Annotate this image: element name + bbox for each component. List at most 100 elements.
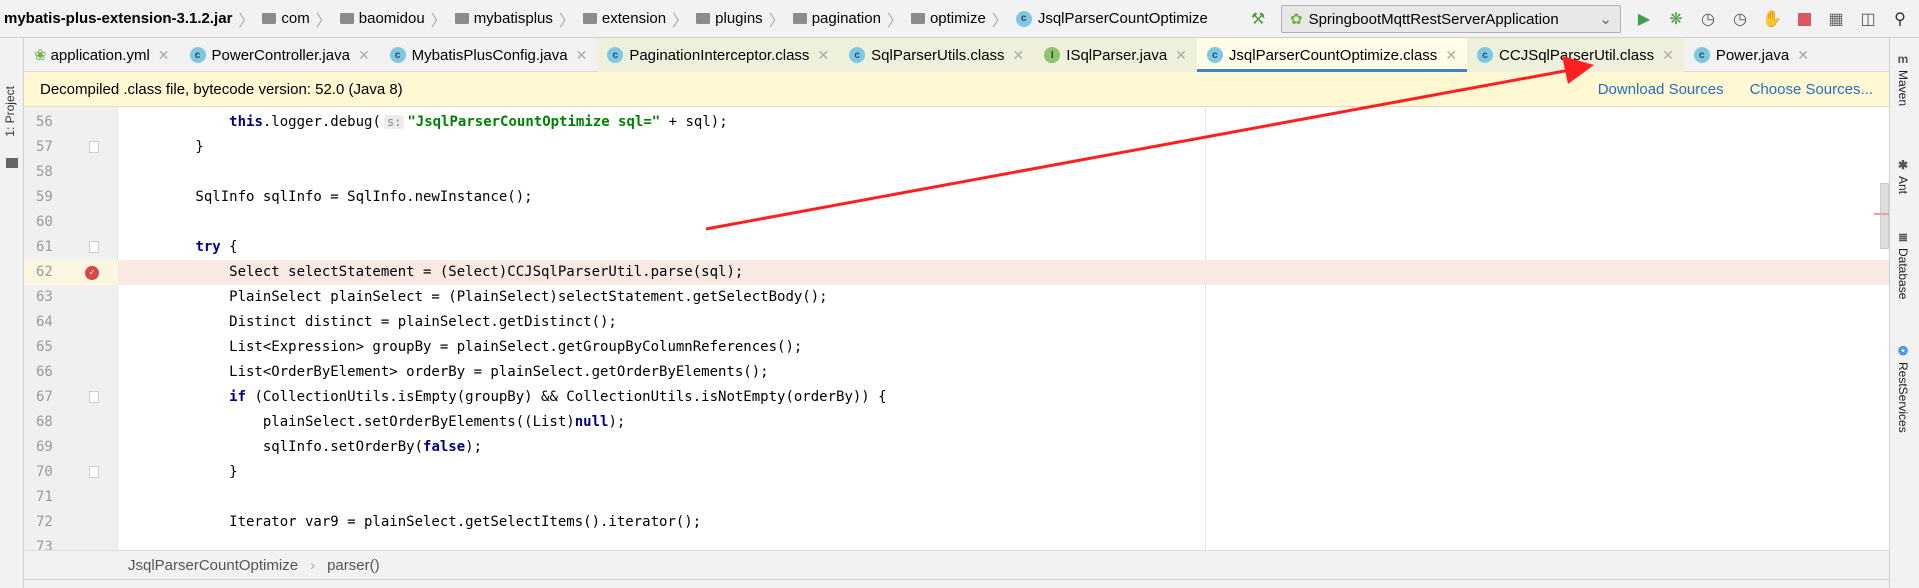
tab-label: CCJSqlParserUtil.class [1499,46,1655,64]
build-hammer-icon[interactable]: ⚒ [1249,10,1267,28]
code-line[interactable]: 65 List<Expression> groupBy = plainSelec… [24,335,1889,360]
tool-window-maven[interactable]: m Maven [1896,52,1910,106]
class-icon: c [1206,47,1223,63]
nav-crumb[interactable]: optimize 〉 [907,7,1012,31]
chevron-right-icon: 〉 [315,12,332,30]
close-icon[interactable]: ✕ [576,47,588,64]
layout-icon[interactable]: ◫ [1859,10,1877,28]
close-icon[interactable]: ✕ [358,47,370,64]
nav-crumb[interactable]: plugins 〉 [692,7,789,31]
tool-window-restservices[interactable]: ❂ RestServices [1896,344,1910,433]
code-text: try { [128,235,237,260]
editor-tab[interactable]: c MybatisPlusConfig.java ✕ [380,38,598,72]
vertical-scrollbar[interactable] [1880,183,1889,249]
breakpoint-icon[interactable]: ✓ [85,266,99,280]
project-structure-icon[interactable]: ▦ [1827,10,1845,28]
class-icon: c [849,47,866,63]
code-line[interactable]: 56 this.logger.debug(s: "JsqlParserCountO… [24,110,1889,135]
fold-marker-icon[interactable] [89,241,99,253]
error-stripe-mark[interactable] [1874,213,1889,215]
nav-crumb[interactable]: pagination 〉 [789,7,907,31]
close-icon[interactable]: ✕ [817,47,829,64]
code-token: } [128,139,204,155]
run-icon[interactable]: ▶ [1635,10,1653,28]
project-folder-icon[interactable] [6,158,18,168]
chevron-right-icon: 〉 [886,12,903,30]
code-line[interactable]: 57 } [24,135,1889,160]
editor-tab[interactable]: c JsqlParserCountOptimize.class ✕ [1196,38,1468,73]
code-text: plainSelect.setOrderByElements((List)nul… [128,410,625,435]
run-configuration-select[interactable]: ✿ SpringbootMqttRestServerApplication ⌄ [1281,5,1621,33]
nav-crumb[interactable]: com 〉 [258,7,335,31]
tool-window-ant[interactable]: ✱ Ant [1896,158,1910,194]
code-line[interactable]: 59 SqlInfo sqlInfo = SqlInfo.newInstance… [24,185,1889,210]
code-line[interactable]: 58 [24,160,1889,185]
code-text: if (CollectionUtils.isEmpty(groupBy) && … [128,385,886,410]
coverage-icon[interactable]: ◷ [1699,10,1717,28]
editor-tab[interactable]: ❀ application.yml ✕ [24,38,180,72]
fold-marker-icon[interactable] [89,466,99,478]
code-line[interactable]: 60 [24,210,1889,235]
chevron-right-icon: › [310,556,316,574]
code-line[interactable]: 73 [24,535,1889,550]
editor-tab[interactable]: c PowerController.java ✕ [180,38,380,72]
code-line[interactable]: 67 if (CollectionUtils.isEmpty(groupBy) … [24,385,1889,410]
code-line[interactable]: 71 [24,485,1889,510]
fold-marker-icon[interactable] [89,391,99,403]
fold-marker-icon[interactable] [89,141,99,153]
code-token: "JsqlParserCountOptimize sql=" [407,114,661,130]
code-token: ); [608,414,626,430]
tool-window-database[interactable]: ≣ Database [1896,230,1910,299]
yml-file-icon: ❀ [34,47,47,64]
chevron-down-icon: ⌄ [1599,11,1612,28]
nav-crumb[interactable]: c JsqlParserCountOptimize [1012,10,1212,27]
code-line[interactable]: 63 PlainSelect plainSelect = (PlainSelec… [24,285,1889,310]
nav-crumb[interactable]: baomidou 〉 [336,7,451,31]
editor-tab[interactable]: c Power.java ✕ [1684,38,1819,72]
attach-icon[interactable]: ✋ [1762,10,1782,28]
line-number: 67 [36,389,53,405]
code-line[interactable]: 62 ✓ Select selectStatement = (Select)CCJ… [24,260,1889,285]
editor-tab[interactable]: c CCJSqlParserUtil.class ✕ [1467,38,1684,72]
nav-crumb[interactable]: extension 〉 [579,7,692,31]
line-number: 72 [36,514,53,530]
debug-icon[interactable]: ❋ [1667,10,1685,28]
code-line[interactable]: 70 } [24,460,1889,485]
editor-tab[interactable]: c PaginationInterceptor.class ✕ [597,38,840,72]
code-token: Distinct distinct = plainSelect.getDisti… [128,314,617,330]
code-line[interactable]: 66 List<OrderByElement> orderBy = plainS… [24,360,1889,385]
close-icon[interactable]: ✕ [1662,47,1674,64]
breadcrumb-method[interactable]: parser() [327,557,380,574]
editor-tab[interactable]: I ISqlParser.java ✕ [1034,38,1197,72]
nav-crumb-label: pagination [811,10,881,27]
project-tool-button[interactable]: 1: Project [3,86,17,137]
tool-window-label: Ant [1896,176,1910,195]
profile-icon[interactable]: ◷ [1731,10,1749,28]
line-number: 71 [36,489,53,505]
code-line[interactable]: 64 Distinct distinct = plainSelect.getDi… [24,310,1889,335]
editor-tab[interactable]: c SqlParserUtils.class ✕ [839,38,1035,72]
download-sources-link[interactable]: Download Sources [1598,81,1724,98]
stop-icon[interactable] [1795,10,1813,28]
line-number: 65 [36,339,53,355]
code-editor[interactable]: 56 this.logger.debug(s: "JsqlParserCountO… [24,107,1889,550]
code-line[interactable]: 61 try { [24,235,1889,260]
code-line[interactable]: 72 Iterator var9 = plainSelect.getSelect… [24,510,1889,535]
nav-crumb[interactable]: mybatisplus 〉 [451,7,579,31]
search-icon[interactable]: ⚲ [1891,10,1909,28]
code-token: } [128,464,238,480]
breadcrumb-class[interactable]: JsqlParserCountOptimize [128,557,298,574]
close-icon[interactable]: ✕ [1175,47,1187,64]
chevron-right-icon: 〉 [991,12,1008,30]
code-line[interactable]: 68 plainSelect.setOrderByElements((List)… [24,410,1889,435]
close-icon[interactable]: ✕ [1445,47,1457,64]
left-tool-strip: 1: Project [0,38,24,588]
nav-crumb-label: optimize [929,10,986,27]
choose-sources-link[interactable]: Choose Sources... [1750,81,1873,98]
code-line[interactable]: 69 sqlInfo.setOrderBy(false); [24,435,1889,460]
close-icon[interactable]: ✕ [1013,47,1025,64]
close-icon[interactable]: ✕ [1797,47,1809,64]
nav-crumb[interactable]: mybatis-plus-extension-3.1.2.jar 〉 [0,7,258,31]
close-icon[interactable]: ✕ [158,47,170,64]
